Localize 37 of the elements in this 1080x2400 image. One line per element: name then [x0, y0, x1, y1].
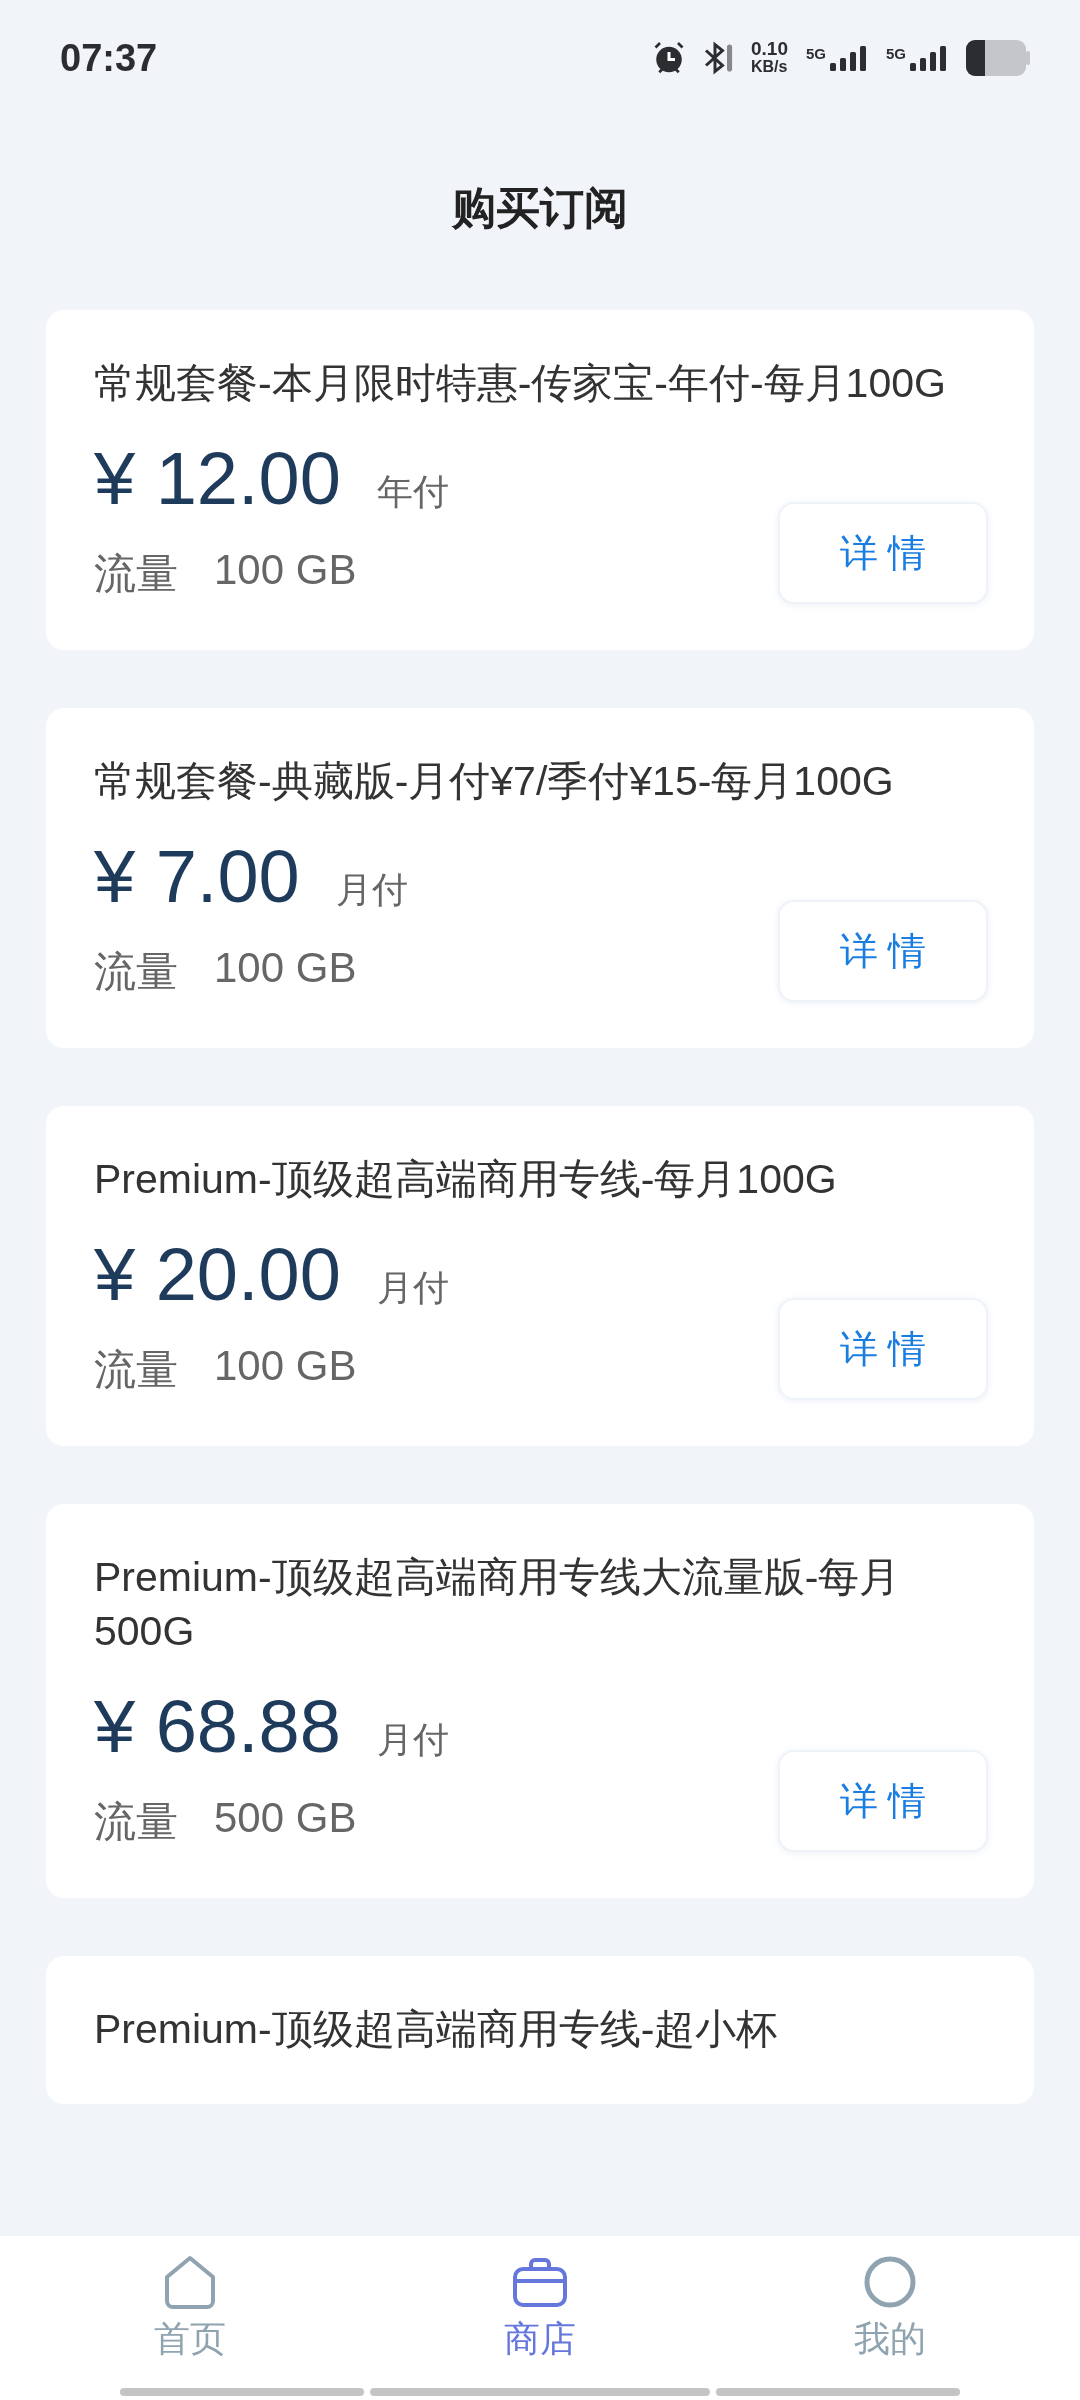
plan-name: 常规套餐-典藏版-月付¥7/季付¥15-每月100G	[94, 757, 895, 806]
billing-period: 年付	[376, 470, 449, 514]
plan-name: 常规套餐-本月限时特惠-传家宝-年付-每月100G	[94, 359, 947, 408]
net-speed: 0.10	[751, 40, 788, 58]
status-time: 07:37	[60, 36, 158, 80]
traffic-amount: 100 GB	[214, 944, 357, 993]
plan-price: ¥ 20.00	[94, 1232, 341, 1318]
billing-period: 月付	[335, 868, 408, 912]
plan-price: ¥ 7.00	[94, 834, 300, 920]
page-title: 购买订阅	[452, 181, 628, 234]
plan-name: Premium-顶级超高端商用专线-每月100G	[94, 1155, 838, 1204]
nav-tab[interactable]: 商店	[450, 2236, 630, 2380]
plan-price: ¥ 68.88	[94, 1684, 341, 1770]
signal-icon	[908, 45, 948, 71]
signal-icon	[828, 45, 868, 71]
net-speed-unit: KB/s	[751, 58, 788, 76]
traffic-label: 流量	[94, 1345, 178, 1395]
battery-icon	[966, 40, 1030, 76]
plan-price: ¥ 12.00	[94, 436, 341, 522]
nav-tab[interactable]: 首页	[100, 2236, 280, 2380]
traffic-amount: 100 GB	[214, 1342, 357, 1391]
traffic-amount: 100 GB	[214, 546, 357, 595]
traffic-label: 流量	[94, 947, 178, 997]
traffic-label: 流量	[94, 549, 178, 599]
billing-period: 月付	[376, 1266, 449, 1310]
billing-period: 月付	[376, 1718, 449, 1762]
details-button[interactable]: 详 情	[778, 502, 988, 604]
traffic-label: 流量	[94, 1797, 178, 1847]
details-button[interactable]: 详 情	[778, 900, 988, 1002]
network-type: 5G	[805, 45, 826, 62]
details-button[interactable]: 详 情	[778, 1298, 988, 1400]
details-button[interactable]: 详 情	[778, 1750, 988, 1852]
network-type: 5G	[886, 45, 906, 62]
traffic-amount: 500 GB	[214, 1794, 357, 1843]
nav-tab[interactable]: 我的	[800, 2236, 980, 2380]
plan-name: Premium-顶级超高端商用专线-超小杯	[94, 2005, 779, 2054]
plan-name: Premium-顶级超高端商用专线大流量版-每月500G	[94, 1553, 902, 1656]
